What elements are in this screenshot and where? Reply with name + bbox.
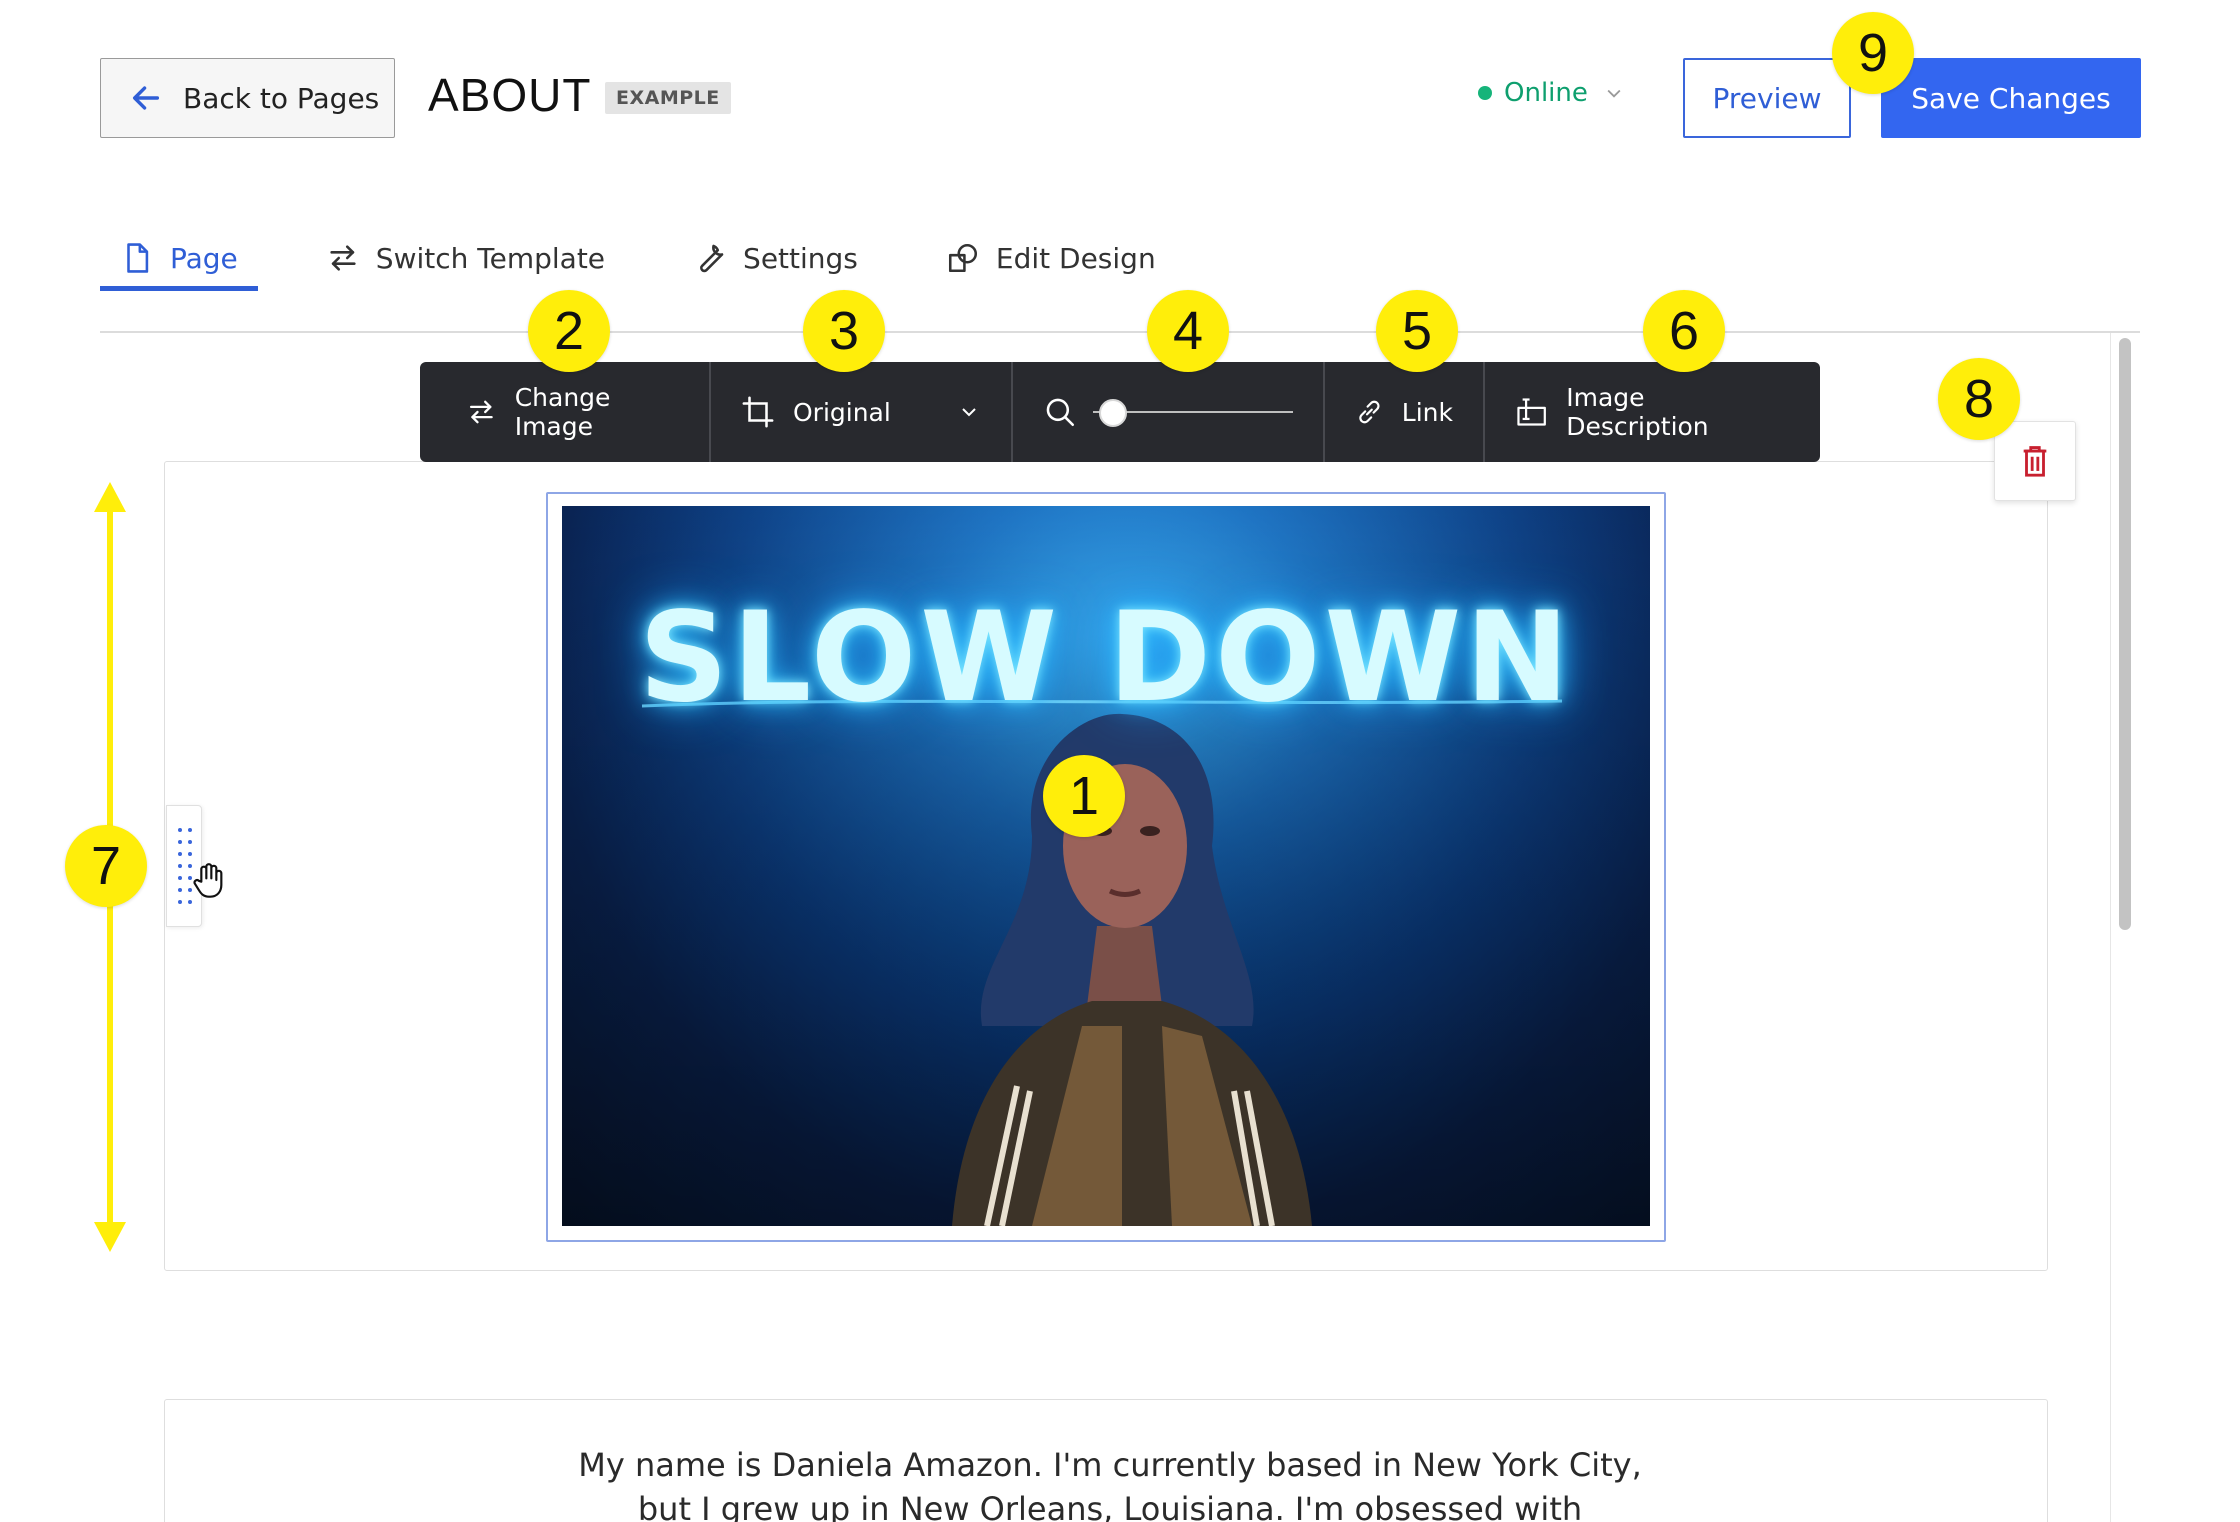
crop-label: Original [793, 397, 891, 427]
delete-block-button[interactable] [1994, 421, 2076, 501]
callout-9: 9 [1832, 12, 1914, 94]
link-icon [1359, 400, 1380, 424]
save-changes-button[interactable]: Save Changes [1881, 58, 2141, 138]
tab-switch-template-label: Switch Template [375, 241, 606, 275]
tab-settings[interactable]: Settings [673, 225, 878, 291]
link-label: Link [1401, 397, 1453, 427]
example-badge: EXAMPLE [605, 82, 731, 114]
change-image-button[interactable]: Change Image [420, 362, 711, 462]
tab-edit-design[interactable]: Edit Design [926, 225, 1176, 291]
preview-button[interactable]: Preview [1683, 58, 1851, 138]
callout-7: 7 [65, 825, 147, 907]
back-to-pages-label: Back to Pages [183, 81, 380, 115]
status-label: Online [1504, 78, 1588, 108]
switch-icon [330, 245, 356, 271]
swap-icon [469, 400, 493, 424]
callout-5: 5 [1376, 290, 1458, 372]
search-icon [1046, 398, 1075, 427]
design-icon [948, 243, 977, 273]
trash-icon [2023, 446, 2047, 477]
photo[interactable]: SLOW DOWN [562, 506, 1650, 1226]
tabs-divider [100, 331, 2140, 333]
page-icon [127, 243, 149, 273]
page-title: ABOUT [428, 69, 592, 121]
callout-6: 6 [1643, 290, 1725, 372]
zoom-slider[interactable] [1093, 397, 1293, 427]
image-description-button[interactable]: Image Description [1485, 362, 1820, 462]
zoom-control [1013, 362, 1325, 462]
zoom-slider-knob[interactable] [1099, 399, 1127, 427]
crop-dropdown[interactable]: Original [711, 362, 1013, 462]
chevron-down-icon [962, 408, 976, 417]
scrollbar-thumb[interactable] [2119, 338, 2131, 930]
online-dot-icon [1478, 86, 1492, 100]
link-button[interactable]: Link [1325, 362, 1485, 462]
tab-page[interactable]: Page [100, 225, 258, 291]
callout-4: 4 [1147, 290, 1229, 372]
tab-settings-label: Settings [743, 241, 858, 275]
callout-8: 8 [1938, 358, 2020, 440]
arrow-left-icon [132, 86, 160, 110]
callout-1: 1 [1043, 755, 1125, 837]
tab-page-label: Page [170, 241, 238, 275]
tab-edit-design-label: Edit Design [995, 241, 1156, 275]
crop-dropdown-value: Original [741, 395, 891, 429]
bio-text[interactable]: My name is Daniela Amazon. I'm currently… [550, 1443, 1670, 1522]
status-dropdown[interactable]: Online [1478, 78, 1624, 108]
image-description-label: Image Description [1566, 383, 1709, 441]
callout-3: 3 [803, 290, 885, 372]
image-description-icon [1517, 398, 1546, 426]
change-image-label: Change Image [514, 383, 611, 441]
neon-sign-text: SLOW DOWN [638, 586, 1574, 730]
editor-tabs: Page Switch Template Settings Edit Desig… [100, 225, 1224, 291]
wrench-icon [700, 244, 724, 273]
crop-icon [742, 396, 774, 428]
back-to-pages-button[interactable]: Back to Pages [100, 58, 395, 138]
image-toolbar: Change Image Original Link Image Descrip… [420, 362, 1820, 462]
callout-2: 2 [528, 290, 610, 372]
page-editor: Back to Pages ABOUT EXAMPLE Online Previ… [0, 0, 2240, 1522]
chevron-down-icon [1607, 89, 1621, 98]
tab-switch-template[interactable]: Switch Template [306, 225, 625, 291]
hand-cursor-icon [193, 863, 223, 898]
